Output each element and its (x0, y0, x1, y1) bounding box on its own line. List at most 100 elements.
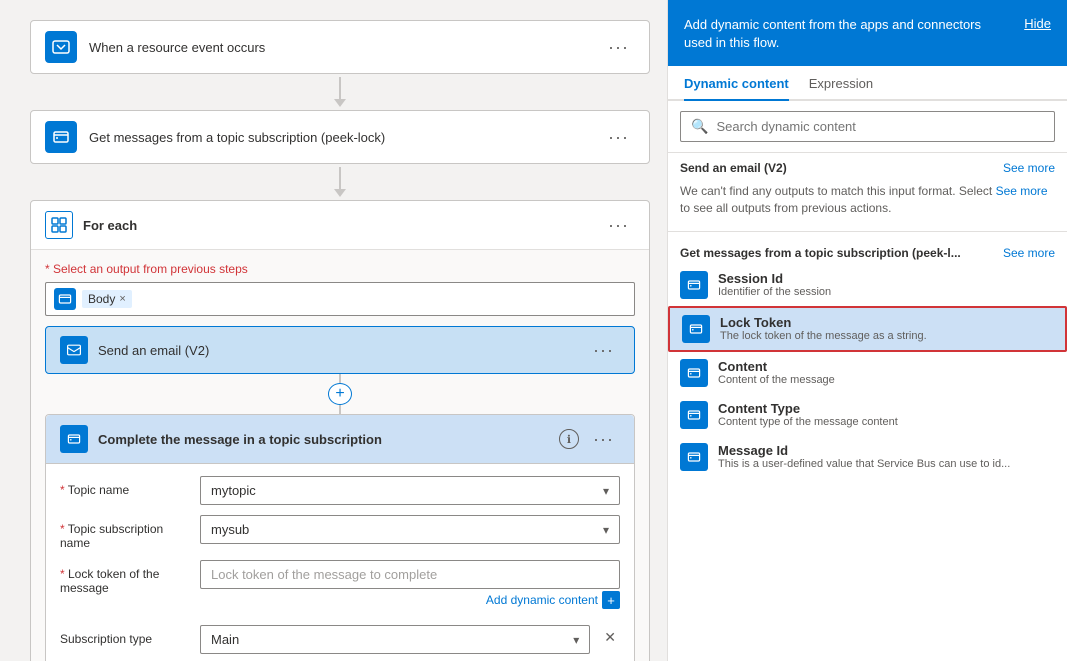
sub-type-remove[interactable]: ✕ (600, 625, 620, 650)
topic-sub-input[interactable]: mysub ▾ (200, 515, 620, 544)
send-email-label: Send an email (V2) (98, 343, 587, 358)
send-email-see-more[interactable]: See more (1003, 161, 1055, 175)
dynamic-content-panel: Add dynamic content from the apps and co… (667, 0, 1067, 661)
no-outputs-see-more[interactable]: See more (996, 184, 1048, 198)
section-divider-1 (668, 231, 1067, 232)
dynamic-item-lock-token[interactable]: Lock Token The lock token of the message… (668, 306, 1067, 352)
lock-token-dyn-desc: The lock token of the message as a strin… (720, 330, 927, 342)
dynamic-item-content[interactable]: Content Content of the message (668, 352, 1067, 394)
topic-name-label: * Topic name (60, 476, 190, 497)
connector-2 (30, 164, 650, 200)
flow-canvas: When a resource event occurs ··· Get mes… (0, 0, 667, 661)
resource-event-icon (45, 31, 77, 63)
arrow-head-2 (334, 189, 346, 197)
topic-sub-chevron: ▾ (603, 523, 609, 537)
lock-token-dyn-name: Lock Token (720, 315, 927, 330)
content-dyn-desc: Content of the message (718, 374, 835, 386)
get-messages-section-header: Get messages from a topic subscription (… (668, 238, 1067, 264)
get-messages-section-title: Get messages from a topic subscription (… (680, 246, 961, 260)
topic-sub-value: mysub (211, 522, 249, 537)
tab-expression[interactable]: Expression (809, 66, 873, 101)
foreach-block: For each ··· * Select an output from pre… (30, 200, 650, 661)
plus-connector: + (45, 374, 635, 414)
body-tag-label: Body (88, 292, 115, 306)
topic-name-value: mytopic (211, 483, 256, 498)
dynamic-item-content-type[interactable]: Content Type Content type of the message… (668, 394, 1067, 436)
foreach-header[interactable]: For each ··· (31, 201, 649, 250)
add-dynamic-icon[interactable]: + (602, 591, 620, 609)
step-get-messages-menu[interactable]: ··· (602, 125, 635, 150)
add-dynamic-content-row[interactable]: Add dynamic content + (200, 591, 620, 609)
foreach-title: For each (83, 218, 602, 233)
step-send-email[interactable]: Send an email (V2) ··· (45, 326, 635, 374)
step-resource-event-menu[interactable]: ··· (602, 35, 635, 60)
dynamic-item-session-id[interactable]: Session Id Identifier of the session (668, 264, 1067, 306)
content-dyn-name: Content (718, 359, 835, 374)
foreach-body: * Select an output from previous steps B… (31, 250, 649, 661)
foreach-icon (45, 211, 73, 239)
dynamic-item-message-id[interactable]: Message Id This is a user-defined value … (668, 436, 1067, 478)
topic-sub-row: * Topic subscriptionname mysub ▾ (60, 515, 620, 550)
send-email-icon (60, 336, 88, 364)
get-messages-see-more[interactable]: See more (1003, 246, 1055, 260)
hide-panel-button[interactable]: Hide (1024, 16, 1051, 31)
sub-type-input[interactable]: Main ▾ (200, 625, 590, 654)
send-email-section-title: Send an email (V2) (680, 161, 787, 175)
session-id-dyn-text: Session Id Identifier of the session (718, 271, 831, 298)
foreach-menu[interactable]: ··· (602, 213, 635, 238)
topic-name-input[interactable]: mytopic ▾ (200, 476, 620, 505)
lock-token-row: * Lock token of themessage Lock token of… (60, 560, 620, 615)
panel-tabs: Dynamic content Expression (668, 66, 1067, 101)
get-messages-icon (45, 121, 77, 153)
add-step-button[interactable]: + (328, 383, 352, 405)
content-dyn-text: Content Content of the message (718, 359, 835, 386)
body-tag: Body × (82, 290, 132, 308)
panel-header-text: Add dynamic content from the apps and co… (684, 16, 1004, 52)
arrow-head-1 (334, 99, 346, 107)
no-outputs-prefix: We can't find any outputs to match this … (680, 184, 996, 198)
complete-block: Complete the message in a topic subscrip… (45, 414, 635, 661)
tab-dynamic-content[interactable]: Dynamic content (684, 66, 789, 101)
complete-menu[interactable]: ··· (587, 427, 620, 452)
message-id-dyn-text: Message Id This is a user-defined value … (718, 443, 1010, 470)
topic-name-row: * Topic name mytopic ▾ (60, 476, 620, 505)
search-box[interactable]: 🔍 (680, 111, 1055, 142)
search-icon: 🔍 (691, 118, 708, 135)
topic-name-chevron: ▾ (603, 484, 609, 498)
sub-type-row: Subscription type Main ▾ ✕ (60, 625, 620, 654)
search-input[interactable] (716, 119, 1044, 134)
complete-header[interactable]: Complete the message in a topic subscrip… (46, 415, 634, 464)
session-id-dyn-name: Session Id (718, 271, 831, 286)
panel-search: 🔍 (668, 101, 1067, 153)
complete-step-icon (60, 425, 88, 453)
arrow-line-2 (339, 167, 341, 189)
panel-content: Send an email (V2) See more We can't fin… (668, 153, 1067, 661)
content-type-dyn-name: Content Type (718, 401, 898, 416)
body-tag-icon (54, 288, 76, 310)
session-id-dyn-desc: Identifier of the session (718, 286, 831, 298)
content-dyn-icon (680, 359, 708, 387)
topic-sub-label: * Topic subscriptionname (60, 515, 190, 550)
step-get-messages-label: Get messages from a topic subscription (… (89, 130, 602, 145)
send-email-section-header: Send an email (V2) See more (668, 153, 1067, 179)
plus-line-top (339, 374, 341, 383)
message-id-dyn-desc: This is a user-defined value that Servic… (718, 458, 1010, 470)
arrow-1 (334, 77, 346, 107)
complete-title: Complete the message in a topic subscrip… (98, 432, 559, 447)
no-outputs-suffix: to see all outputs from previous actions… (680, 201, 891, 215)
content-type-dyn-icon (680, 401, 708, 429)
sub-type-label: Subscription type (60, 625, 190, 646)
arrow-2 (334, 167, 346, 197)
lock-token-label: * Lock token of themessage (60, 560, 190, 595)
tag-input[interactable]: Body × (45, 282, 635, 316)
lock-token-input[interactable]: Lock token of the message to complete (200, 560, 620, 589)
plus-line-bottom (339, 405, 341, 414)
step-resource-event[interactable]: When a resource event occurs ··· (30, 20, 650, 74)
send-email-menu[interactable]: ··· (587, 338, 620, 363)
complete-info-icon[interactable]: ℹ (559, 429, 579, 449)
complete-body: * Topic name mytopic ▾ * Topic subscript… (46, 464, 634, 661)
body-tag-remove[interactable]: × (119, 293, 125, 305)
message-id-dyn-name: Message Id (718, 443, 1010, 458)
step-get-messages[interactable]: Get messages from a topic subscription (… (30, 110, 650, 164)
add-dynamic-label: Add dynamic content (486, 593, 598, 607)
